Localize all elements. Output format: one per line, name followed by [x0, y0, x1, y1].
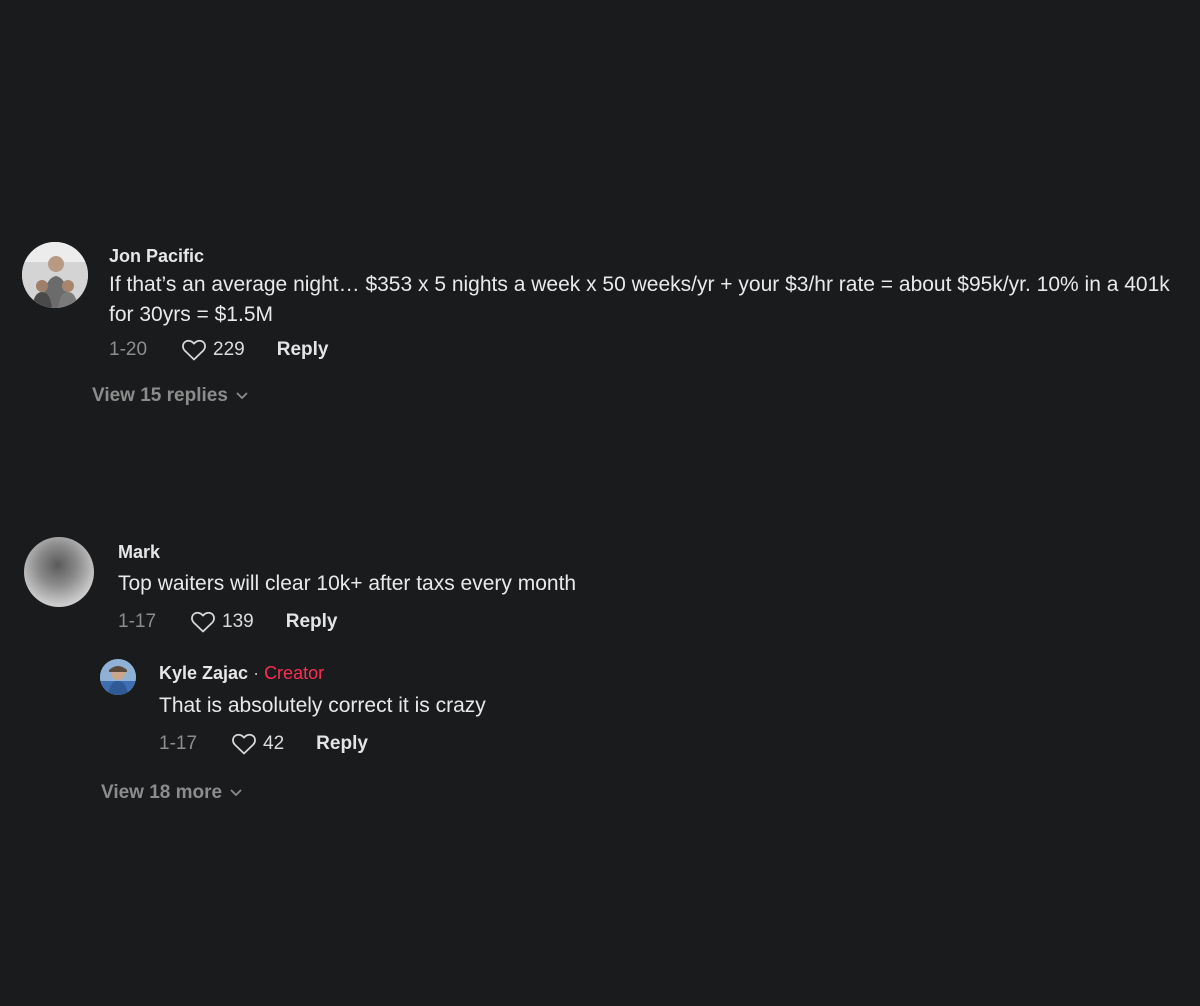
like-count: 139	[222, 611, 254, 632]
like-button[interactable]: 42	[231, 732, 284, 756]
profile-photo-icon	[100, 659, 136, 695]
reply-meta: 1-17 42 Reply	[159, 732, 368, 756]
view-more-label: View 18 more	[101, 782, 223, 803]
reply-author: Kyle Zajac · Creator	[159, 663, 324, 684]
reply-button[interactable]: Reply	[316, 733, 368, 755]
comment-mark: Mark Top waiters will clear 10k+ after t…	[0, 0, 1200, 1006]
creator-badge: Creator	[264, 663, 325, 683]
reply-date: 1-17	[159, 733, 198, 754]
like-button[interactable]: 139	[190, 610, 254, 634]
like-count: 42	[263, 733, 285, 754]
comment-date: 1-17	[118, 611, 157, 632]
comment-author[interactable]: Mark	[118, 542, 160, 563]
comments-page: Jon Pacific If that’s an average night… …	[0, 0, 1200, 1006]
heart-icon	[191, 611, 215, 633]
comment-meta: 1-17 139 Reply	[118, 610, 337, 634]
chevron-down-icon	[230, 789, 242, 796]
comment-text: Top waiters will clear 10k+ after taxs e…	[118, 572, 577, 595]
heart-icon	[232, 733, 256, 755]
reply-author-name[interactable]: Kyle Zajac	[159, 663, 248, 683]
reply-button[interactable]: Reply	[286, 611, 338, 633]
reply-avatar[interactable]	[100, 659, 136, 695]
reply-text: That is absolutely correct it is crazy	[159, 694, 486, 717]
avatar[interactable]	[24, 537, 94, 607]
view-more-button[interactable]: View 18 more	[101, 782, 242, 804]
separator: ·	[248, 663, 265, 683]
